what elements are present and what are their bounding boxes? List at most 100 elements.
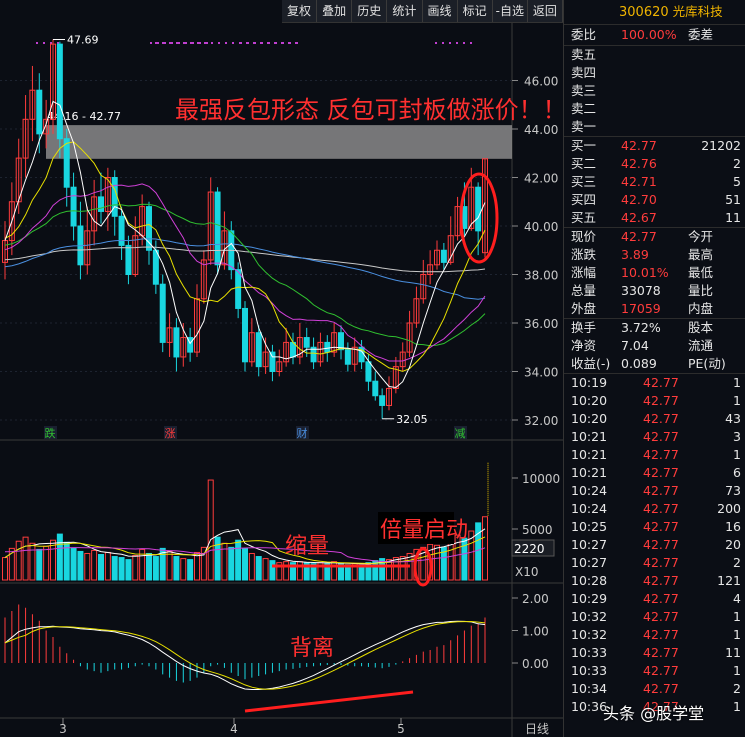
volume-bar — [399, 556, 406, 581]
toolbar-back-button[interactable]: 返回 — [528, 0, 563, 22]
tick-row: 10:19 42.77 1 — [564, 374, 745, 392]
candle — [248, 318, 255, 367]
candle — [63, 129, 70, 207]
candle-body — [70, 186, 77, 227]
tick-row: 10:27 42.77 2 — [564, 554, 745, 572]
tick-time: 10:32 — [571, 627, 608, 642]
toolbar-stats-button[interactable]: 统计 — [387, 0, 423, 22]
volume-bar — [98, 554, 104, 581]
buy-row: 买二 42.76 2 — [564, 155, 745, 173]
stat-label-2: 最高 — [688, 247, 714, 262]
tick-row: 10:33 42.77 1 — [564, 662, 745, 680]
volume-bar — [2, 557, 8, 581]
divergence-line — [244, 690, 414, 713]
macd-axis-label: 2.00 — [522, 592, 549, 606]
event-dot — [157, 42, 159, 44]
tick-time: 10:29 — [571, 591, 608, 606]
kline-chart[interactable]: 46.0044.0042.0040.0038.0036.0034.0032.00… — [0, 0, 563, 737]
weibi-label: 委比 — [571, 27, 597, 42]
buy-volume: 51 — [725, 192, 741, 207]
candle-body — [152, 249, 159, 285]
fundamental-row: 净资 7.04 流通 — [564, 337, 745, 355]
volume-bar — [84, 552, 91, 581]
tick-row: 10:24 42.77 73 — [564, 482, 745, 500]
event-dot — [206, 42, 208, 44]
price-axis-label: 40.00 — [524, 220, 558, 234]
candle — [413, 286, 420, 328]
event-dot — [190, 42, 192, 44]
period-label: 日线 — [525, 722, 549, 736]
candle-body — [372, 380, 379, 397]
volume-bar — [132, 555, 139, 581]
sell-row: 卖一 — [564, 118, 745, 136]
volume-bar — [461, 537, 468, 581]
tick-price: 42.77 — [643, 429, 679, 444]
candle-body — [242, 307, 248, 363]
candle — [399, 342, 406, 372]
annotation-double-volume: 倍量启动 — [380, 518, 468, 543]
tick-price: 42.77 — [643, 645, 679, 660]
event-dot — [164, 42, 166, 44]
tick-time: 10:27 — [571, 555, 608, 570]
volume-bar — [15, 540, 22, 581]
event-dot — [470, 42, 472, 44]
event-dot — [282, 42, 284, 44]
candle — [338, 325, 344, 360]
volume-bar — [214, 536, 221, 581]
event-dot — [155, 42, 157, 44]
volume-bar — [331, 561, 338, 581]
resistance-band — [46, 125, 512, 159]
toolbar-history-button[interactable]: 历史 — [352, 0, 388, 22]
buy-price: 42.76 — [621, 156, 657, 171]
candle — [187, 327, 194, 362]
candle — [269, 344, 276, 382]
time-axis-label: 4 — [230, 722, 238, 736]
toolbar-mark-button[interactable]: 标记 — [458, 0, 493, 22]
event-dot — [268, 42, 270, 44]
chart-toolbar: 复权 叠加 历史 统计 画线 标记 -自选 返回 — [282, 0, 563, 23]
tick-time: 10:24 — [571, 483, 608, 498]
buy-price: 42.77 — [621, 138, 657, 153]
tick-time: 10:33 — [571, 663, 608, 678]
volume-bar — [447, 539, 454, 581]
toolbar-watchlist-button[interactable]: -自选 — [493, 0, 528, 22]
event-marker-1: 涨 — [165, 427, 176, 440]
toolbar-overlay-button[interactable]: 叠加 — [317, 0, 353, 22]
event-dot — [435, 42, 437, 44]
event-dot — [43, 42, 45, 44]
fund-label-2: 股本 — [688, 320, 714, 335]
event-marker-3: 减 — [455, 427, 466, 440]
tick-time: 10:20 — [571, 411, 608, 426]
candle — [214, 187, 221, 275]
time-axis-label: 3 — [59, 722, 67, 736]
candle — [454, 196, 461, 241]
event-marker-0: 跌 — [45, 426, 56, 440]
volume-bar — [173, 556, 180, 581]
candle — [296, 323, 303, 365]
toolbar-fuquan-button[interactable]: 复权 — [282, 0, 318, 22]
sell-row: 卖二 — [564, 100, 745, 118]
sell-row: 卖四 — [564, 64, 745, 82]
macd-axis-label: 1.00 — [522, 625, 549, 639]
candle — [125, 235, 132, 285]
candle — [221, 211, 228, 270]
event-dot — [232, 42, 234, 44]
tick-price: 42.77 — [643, 591, 679, 606]
tick-volume: 2 — [733, 555, 741, 570]
candle — [104, 167, 111, 231]
tick-row: 10:28 42.77 121 — [564, 572, 745, 590]
candle-body — [214, 191, 221, 266]
volume-bar — [248, 552, 255, 581]
event-dot — [289, 42, 291, 44]
sell-label: 卖二 — [571, 101, 597, 116]
tick-volume: 1 — [733, 699, 741, 714]
tick-row: 10:20 42.77 43 — [564, 410, 745, 428]
macd-dif-line — [4, 620, 486, 690]
volume-scale-label: X10 — [515, 565, 539, 579]
buy-row: 买五 42.67 11 — [564, 209, 745, 227]
tick-time: 10:21 — [571, 429, 608, 444]
toolbar-draw-button[interactable]: 画线 — [423, 0, 458, 22]
candle — [200, 250, 207, 304]
tick-time: 10:28 — [571, 573, 608, 588]
watermark: 头条 @股学堂 — [603, 704, 705, 723]
